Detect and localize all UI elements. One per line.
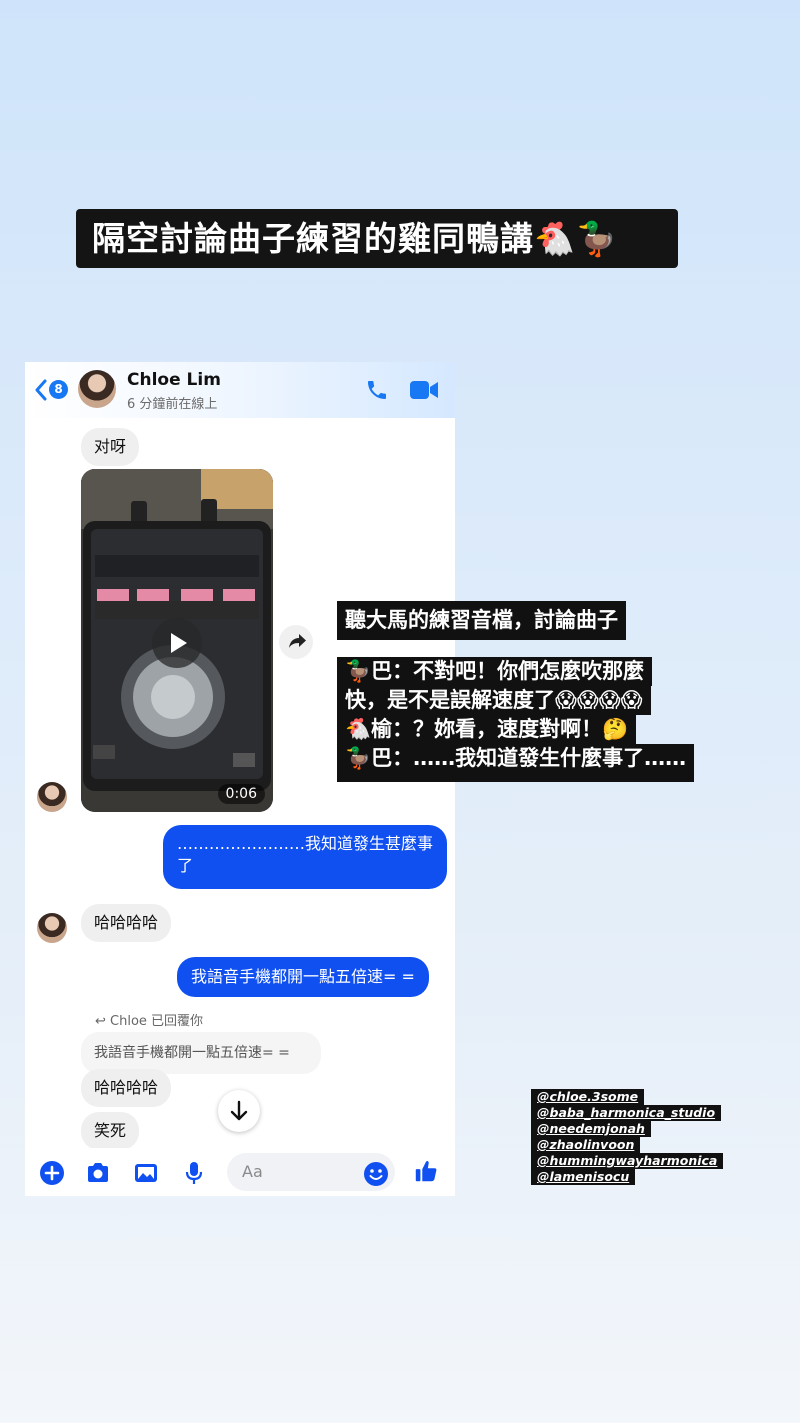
message-composer: Aa: [25, 1148, 455, 1196]
scroll-to-bottom-button[interactable]: [218, 1090, 260, 1132]
back-chevron-icon[interactable]: [33, 378, 49, 402]
camera-icon[interactable]: [85, 1160, 111, 1186]
message-bubble-received[interactable]: 哈哈哈哈: [81, 1069, 172, 1107]
reply-indicator: ↩ Chloe 已回覆你: [95, 1010, 203, 1029]
mention-tag[interactable]: @needemjonah: [531, 1121, 651, 1137]
mention-tag[interactable]: @lamenisocu: [531, 1169, 636, 1185]
sender-avatar: [37, 913, 67, 943]
mention-tag[interactable]: @hummingwayharmonica: [531, 1153, 724, 1169]
play-icon[interactable]: [151, 617, 203, 669]
caption-line: 🦆巴：……我知道發生什麼事了……: [337, 744, 695, 782]
message-bubble-received[interactable]: 笑死: [81, 1112, 140, 1150]
caption-line: 🦆巴：不對吧！你們怎麼吹那麼: [337, 657, 653, 686]
plus-icon[interactable]: [39, 1160, 65, 1186]
contact-status: 6 分鐘前在線上: [127, 397, 218, 412]
chat-header: 8 Chloe Lim 6 分鐘前在線上: [25, 362, 455, 418]
message-bubble-sent[interactable]: 我語音手機都開一點五倍速= =: [177, 957, 429, 997]
message-bubble-received[interactable]: 对呀: [81, 428, 140, 466]
mention-tag[interactable]: @chloe.3some: [531, 1089, 645, 1105]
caption-line: 快，是不是誤解速度了😱😱😱😱: [337, 686, 651, 715]
mention-tag[interactable]: @zhaolinvoon: [531, 1137, 641, 1153]
story-caption-top: 聽大馬的練習音檔，討論曲子: [337, 601, 626, 640]
reply-label-text: Chloe 已回覆你: [110, 1014, 204, 1029]
unread-count-badge: 8: [49, 380, 68, 399]
story-title: 隔空討論曲子練習的雞同鴨講🐔🦆: [76, 209, 678, 268]
video-message[interactable]: 0:06: [81, 469, 273, 812]
share-button[interactable]: [279, 625, 313, 659]
contact-name[interactable]: Chloe Lim: [127, 370, 221, 390]
arrow-down-icon: [230, 1100, 248, 1121]
video-call-icon[interactable]: [409, 379, 439, 401]
caption-line: 🐔榆：？妳看，速度對啊！🤔: [337, 715, 637, 744]
sender-avatar: [37, 782, 67, 812]
emoji-icon[interactable]: [363, 1161, 389, 1187]
share-arrow-icon: [289, 634, 306, 648]
contact-avatar[interactable]: [78, 370, 116, 408]
message-bubble-received[interactable]: 哈哈哈哈: [81, 904, 172, 942]
phone-call-icon[interactable]: [365, 378, 389, 402]
thumbs-up-icon[interactable]: [413, 1158, 439, 1184]
reply-arrow-icon: ↩: [95, 1014, 111, 1029]
mention-tag[interactable]: @baba_harmonica_studio: [531, 1105, 722, 1121]
gallery-icon[interactable]: [133, 1160, 159, 1186]
microphone-icon[interactable]: [181, 1160, 207, 1186]
mention-tags: @chloe.3some @baba_harmonica_studio @nee…: [531, 1089, 724, 1185]
video-duration: 0:06: [217, 784, 265, 804]
message-bubble-sent[interactable]: ……………………我知道發生甚麼事了: [163, 825, 447, 889]
quoted-message[interactable]: 我語音手機都開一點五倍速= =: [81, 1032, 321, 1074]
